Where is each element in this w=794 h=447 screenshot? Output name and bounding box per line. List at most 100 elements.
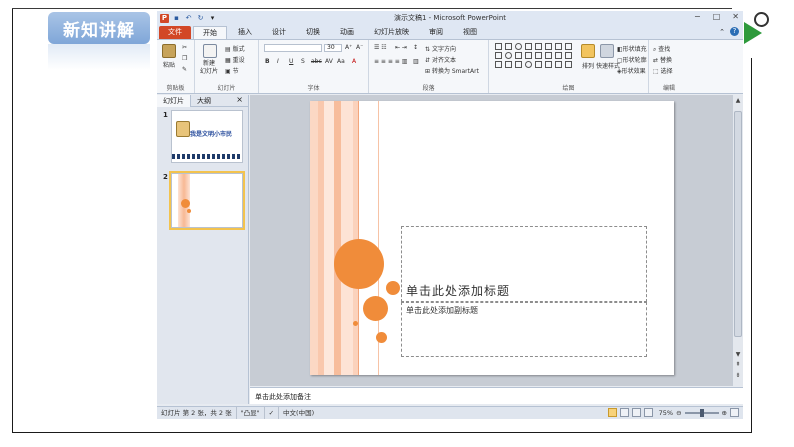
font-name-select[interactable] bbox=[264, 44, 322, 52]
section-button[interactable]: ▣ 节 bbox=[225, 66, 239, 75]
tab-insert[interactable]: 插入 bbox=[229, 26, 261, 39]
zoom-slider-knob[interactable] bbox=[699, 408, 704, 417]
vertical-scrollbar[interactable]: ▲ ▼ ⇞ ⇟ bbox=[732, 95, 743, 386]
group-editing: ⌕ 查找 ⇄ 替换 ⬚ 选择 编辑 bbox=[649, 40, 689, 93]
find-button[interactable]: ⌕ 查找 bbox=[653, 44, 670, 54]
tab-design[interactable]: 设计 bbox=[263, 26, 295, 39]
shape-outline-button[interactable]: ▢形状轮廓 bbox=[617, 55, 647, 64]
notes-placeholder: 单击此处添加备注 bbox=[255, 393, 311, 401]
smartart-button[interactable]: ⊞ 转换为 SmartArt bbox=[425, 66, 479, 75]
underline-button[interactable]: U bbox=[289, 58, 293, 65]
customize-qat-icon[interactable]: ▾ bbox=[208, 14, 217, 23]
tab-file[interactable]: 文件 bbox=[159, 26, 191, 39]
bold-button[interactable]: B bbox=[265, 58, 270, 65]
prev-slide-icon[interactable]: ⇞ bbox=[733, 361, 743, 368]
slideshow-view-icon[interactable] bbox=[643, 408, 653, 417]
text-direction-button[interactable]: ⇅ 文字方向 bbox=[425, 44, 456, 53]
save-icon[interactable]: ▪ bbox=[172, 14, 181, 23]
subtitle-placeholder[interactable]: 单击此处添加副标题 bbox=[401, 302, 647, 357]
slide-thumbnail-1[interactable]: 我是文明小市民 bbox=[171, 110, 243, 163]
tab-review[interactable]: 审阅 bbox=[420, 26, 452, 39]
grow-font-icon[interactable]: A⁺ bbox=[345, 44, 352, 51]
undo-icon[interactable]: ↶ bbox=[184, 14, 193, 23]
copy-icon[interactable]: ❐ bbox=[182, 55, 187, 62]
ribbon-tabs: 文件 开始 插入 设计 切换 动画 幻灯片放映 审阅 视图 ⌃ ? bbox=[157, 25, 743, 39]
bullets-icon[interactable]: ☰ ☷ bbox=[374, 44, 387, 51]
align-text-button[interactable]: ⇵ 对齐文本 bbox=[425, 55, 456, 64]
arrange-button[interactable]: 排列 bbox=[582, 61, 594, 70]
slide-stripe-4 bbox=[334, 101, 341, 375]
shape-effects-button[interactable]: ◈形状效果 bbox=[617, 66, 646, 75]
shadow-button[interactable]: S bbox=[301, 58, 305, 65]
tab-outline[interactable]: 大纲 bbox=[191, 95, 217, 107]
tab-animations[interactable]: 动画 bbox=[331, 26, 363, 39]
new-slide-icon[interactable] bbox=[203, 44, 217, 58]
fit-to-window-icon[interactable] bbox=[730, 408, 739, 417]
pane-close-icon[interactable]: × bbox=[236, 95, 243, 104]
italic-button[interactable]: I bbox=[277, 58, 279, 65]
columns-icon[interactable]: ▥ bbox=[413, 58, 419, 65]
shrink-font-icon[interactable]: A⁻ bbox=[356, 44, 363, 51]
status-language[interactable]: 中文(中国) bbox=[279, 407, 318, 419]
zoom-out-icon[interactable]: ⊖ bbox=[676, 409, 681, 417]
group-slides: 新建 幻灯片 ▤ 版式 ▦ 重设 ▣ 节 幻灯片 bbox=[195, 40, 259, 93]
zoom-level[interactable]: 75% bbox=[659, 409, 673, 417]
align-icons[interactable]: ≡ ≡ ≡ ≡ ▥ bbox=[374, 58, 407, 65]
redo-icon[interactable]: ↻ bbox=[196, 14, 205, 23]
font-size-select[interactable]: 30 bbox=[324, 44, 342, 52]
slides-pane: 幻灯片 大纲 × 1 我是文明小市民 2 bbox=[157, 94, 249, 404]
cut-icon[interactable]: ✂ bbox=[182, 44, 187, 51]
new-slide-button[interactable]: 新建 幻灯片 bbox=[200, 60, 218, 76]
minimize-button[interactable]: − bbox=[694, 12, 701, 21]
thumbnail-robot-icon bbox=[176, 121, 190, 137]
title-bar: P ▪ ↶ ↻ ▾ 演示文稿1 - Microsoft PowerPoint −… bbox=[157, 11, 743, 25]
char-spacing-button[interactable]: AV bbox=[325, 58, 333, 65]
title-placeholder[interactable]: 单击此处添加标题 bbox=[401, 226, 647, 302]
slide-sorter-icon[interactable] bbox=[619, 408, 629, 417]
scroll-thumb[interactable] bbox=[734, 111, 742, 337]
arrange-icon[interactable] bbox=[581, 44, 595, 58]
powerpoint-app-icon[interactable]: P bbox=[160, 13, 169, 23]
strikethrough-button[interactable]: abc bbox=[311, 58, 322, 65]
reset-button[interactable]: ▦ 重设 bbox=[225, 55, 245, 64]
reading-view-icon[interactable] bbox=[631, 408, 641, 417]
ribbon-minimize-icon[interactable]: ⌃ bbox=[719, 28, 725, 36]
tab-view[interactable]: 视图 bbox=[454, 26, 486, 39]
normal-view-icon[interactable] bbox=[607, 408, 617, 417]
format-painter-icon[interactable]: ✎ bbox=[182, 66, 187, 73]
spell-check-icon[interactable]: ✓ bbox=[265, 407, 280, 419]
line-spacing-icon[interactable]: ↕ bbox=[413, 44, 418, 51]
maximize-button[interactable]: □ bbox=[713, 12, 721, 21]
tab-transitions[interactable]: 切换 bbox=[297, 26, 329, 39]
tab-slides[interactable]: 幻灯片 bbox=[157, 94, 191, 107]
replace-button[interactable]: ⇄ 替换 bbox=[653, 55, 672, 64]
layout-button[interactable]: ▤ 版式 bbox=[225, 44, 245, 53]
window-title: 演示文稿1 - Microsoft PowerPoint bbox=[393, 14, 507, 22]
notes-pane[interactable]: 单击此处添加备注 bbox=[250, 387, 743, 404]
shape-fill-button[interactable]: ◧形状填充 bbox=[617, 44, 647, 53]
frame-bottom-line bbox=[12, 432, 752, 433]
font-color-button[interactable]: A bbox=[352, 58, 356, 65]
shapes-gallery[interactable] bbox=[495, 43, 573, 68]
status-slide-info: 幻灯片 第 2 张，共 2 张 bbox=[157, 407, 237, 419]
select-button[interactable]: ⬚ 选择 bbox=[653, 66, 673, 75]
paste-icon[interactable] bbox=[162, 44, 176, 58]
scroll-up-icon[interactable]: ▲ bbox=[733, 97, 743, 104]
slide-number-2: 2 bbox=[163, 173, 168, 181]
zoom-in-icon[interactable]: ⊕ bbox=[722, 409, 727, 417]
group-label-slides: 幻灯片 bbox=[217, 85, 236, 92]
close-button[interactable]: ✕ bbox=[732, 12, 739, 21]
tab-slideshow[interactable]: 幻灯片放映 bbox=[365, 26, 418, 39]
paste-button[interactable]: 粘贴 bbox=[163, 60, 175, 69]
next-slide-icon[interactable]: ⇟ bbox=[733, 372, 743, 379]
help-icon[interactable]: ? bbox=[730, 27, 739, 36]
zoom-slider[interactable] bbox=[684, 408, 719, 417]
change-case-button[interactable]: Aa bbox=[337, 58, 345, 65]
quick-styles-icon[interactable] bbox=[600, 44, 614, 58]
tab-home[interactable]: 开始 bbox=[193, 26, 227, 39]
slide-thumbnail-2[interactable] bbox=[169, 171, 245, 230]
current-slide[interactable]: 单击此处添加标题 单击此处添加副标题 bbox=[310, 101, 674, 375]
indent-icon[interactable]: ⇤ ⇥ bbox=[395, 44, 407, 51]
scroll-down-icon[interactable]: ▼ bbox=[733, 351, 743, 358]
group-drawing: 排列 快速样式 ◧形状填充 ▢形状轮廓 ◈形状效果 绘图 bbox=[489, 40, 649, 93]
